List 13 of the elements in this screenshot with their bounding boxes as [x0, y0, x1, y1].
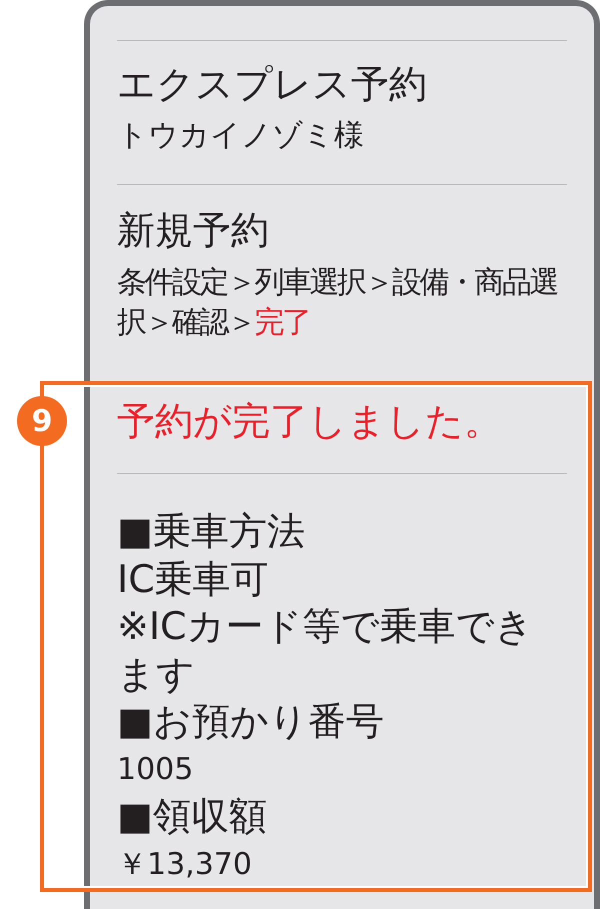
- detail-value: 1005: [117, 750, 194, 788]
- customer-name: トウカイノゾミ様: [117, 117, 365, 155]
- detail-value: ※ICカード等で乗車できます: [117, 603, 535, 698]
- completion-message: 予約が完了しました。: [117, 398, 503, 445]
- callout-number: 9: [17, 396, 67, 446]
- detail-heading: ■お預かり番号: [117, 698, 385, 745]
- detail-value: ￥13,370: [117, 846, 253, 884]
- page-title: 新規予約: [117, 207, 270, 254]
- detail-heading: ■乗車方法: [117, 508, 306, 555]
- progress-steps: 条件設定＞列車選択＞設備・商品選択＞確認＞完了: [117, 263, 567, 343]
- detail-heading: ■領収額: [117, 793, 268, 840]
- service-title: エクスプレス予約: [117, 61, 428, 108]
- detail-value: IC乗車可: [117, 556, 270, 602]
